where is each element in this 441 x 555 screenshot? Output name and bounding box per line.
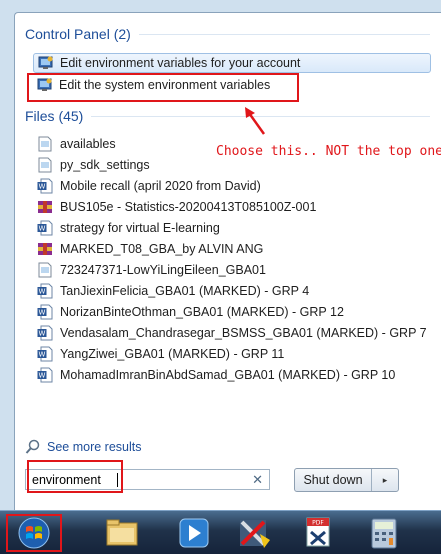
files-group-header[interactable]: Files (45)	[25, 106, 430, 126]
svg-text:W: W	[39, 372, 46, 380]
file-label: BUS105e - Statistics-20200413T085100Z-00…	[60, 200, 317, 214]
clear-x-icon[interactable]: ✕	[252, 472, 263, 488]
svg-text:W: W	[39, 288, 46, 296]
file-label: YangZiwei_GBA01 (MARKED) - GRP 11	[60, 347, 285, 361]
control-panel-header-label: Control Panel (2)	[25, 26, 131, 42]
word-document-icon: W	[37, 325, 53, 341]
files-header-label: Files (45)	[25, 108, 84, 124]
windows-orb-icon	[18, 517, 50, 549]
word-document-icon: W	[37, 346, 53, 362]
zip-archive-icon	[37, 241, 53, 257]
svg-text:PDF: PDF	[312, 520, 324, 527]
highlight-box-search	[27, 460, 123, 493]
search-icon	[25, 439, 41, 455]
media-player[interactable]	[166, 514, 222, 552]
see-more-results-link[interactable]: See more results	[25, 437, 141, 457]
text-file-icon	[37, 136, 53, 152]
text-file-icon	[37, 262, 53, 278]
result-edit-account-env-vars[interactable]: Edit environment variables for your acco…	[33, 53, 431, 73]
result-label: Edit environment variables for your acco…	[60, 56, 301, 70]
word-document-icon: W	[37, 283, 53, 299]
file-label: NorizanBinteOthman_GBA01 (MARKED) - GRP …	[60, 305, 344, 319]
control-panel-icon	[38, 56, 54, 70]
file-result-py-sdk-settings[interactable]: py_sdk_settings	[33, 155, 150, 175]
zip-archive-icon	[37, 199, 53, 215]
file-result-yangziwei[interactable]: W YangZiwei_GBA01 (MARKED) - GRP 11	[33, 344, 284, 364]
pdf-fill-icon: PDF	[306, 517, 330, 547]
file-explorer[interactable]	[94, 514, 150, 552]
control-panel-group-header[interactable]: Control Panel (2)	[25, 24, 430, 44]
taskbar: PDF	[0, 510, 441, 554]
file-label: strategy for virtual E-learning	[60, 221, 220, 235]
svg-text:W: W	[39, 225, 46, 233]
text-file-icon	[37, 157, 53, 173]
svg-text:W: W	[39, 351, 46, 359]
file-result-tanjiexin[interactable]: W TanJiexinFelicia_GBA01 (MARKED) - GRP …	[33, 281, 309, 301]
file-result-norizan[interactable]: W NorizanBinteOthman_GBA01 (MARKED) - GR…	[33, 302, 344, 322]
file-result-mobile-recall[interactable]: W Mobile recall (april 2020 from David)	[33, 176, 261, 196]
file-result-lowyiling[interactable]: 723247371-LowYiLingEileen_GBA01	[33, 260, 266, 280]
file-label: availables	[60, 137, 116, 151]
word-document-icon: W	[37, 178, 53, 194]
file-result-mohamadimran[interactable]: W MohamadImranBinAbdSamad_GBA01 (MARKED)…	[33, 365, 395, 385]
file-result-bus105e[interactable]: BUS105e - Statistics-20200413T085100Z-00…	[33, 197, 316, 217]
file-label: TanJiexinFelicia_GBA01 (MARKED) - GRP 4	[60, 284, 310, 298]
calculator-icon	[371, 518, 397, 549]
divider	[138, 33, 430, 35]
word-document-icon: W	[37, 367, 53, 383]
shutdown-button-group: Shut down ▸	[294, 468, 399, 492]
see-more-label: See more results	[47, 440, 142, 454]
word-document-icon: W	[37, 220, 53, 236]
file-result-vendasalam[interactable]: W Vendasalam_Chandrasegar_BSMSS_GBA01 (M…	[33, 323, 427, 343]
start-button[interactable]	[6, 514, 62, 552]
file-label: 723247371-LowYiLingEileen_GBA01	[60, 263, 266, 277]
file-label: MohamadImranBinAbdSamad_GBA01 (MARKED) -…	[60, 368, 396, 382]
tools-app[interactable]	[226, 514, 282, 552]
file-result-strategy-elearning[interactable]: W strategy for virtual E-learning	[33, 218, 220, 238]
svg-text:W: W	[39, 309, 46, 317]
pdf-fill-app[interactable]: PDF	[290, 514, 346, 552]
tools-icon	[240, 520, 270, 548]
shutdown-button[interactable]: Shut down	[295, 469, 372, 491]
svg-text:W: W	[39, 330, 46, 338]
highlight-box-system-env	[27, 73, 299, 102]
shutdown-options-arrow[interactable]: ▸	[372, 469, 398, 491]
file-result-availables[interactable]: availables	[33, 134, 116, 154]
word-document-icon: W	[37, 304, 53, 320]
file-label: Vendasalam_Chandrasegar_BSMSS_GBA01 (MAR…	[60, 326, 427, 340]
folder-icon	[106, 519, 138, 546]
file-label: py_sdk_settings	[60, 158, 150, 172]
annotation-arrow	[245, 107, 266, 135]
media-player-icon	[179, 518, 209, 548]
svg-text:W: W	[39, 183, 46, 191]
file-label: Mobile recall (april 2020 from David)	[60, 179, 261, 193]
calculator-app[interactable]	[356, 514, 412, 552]
file-label: MARKED_T08_GBA_by ALVIN ANG	[60, 242, 264, 256]
file-result-marked-t08[interactable]: MARKED_T08_GBA_by ALVIN ANG	[33, 239, 263, 259]
annotation-note: Choose this.. NOT the top one!	[216, 144, 441, 159]
